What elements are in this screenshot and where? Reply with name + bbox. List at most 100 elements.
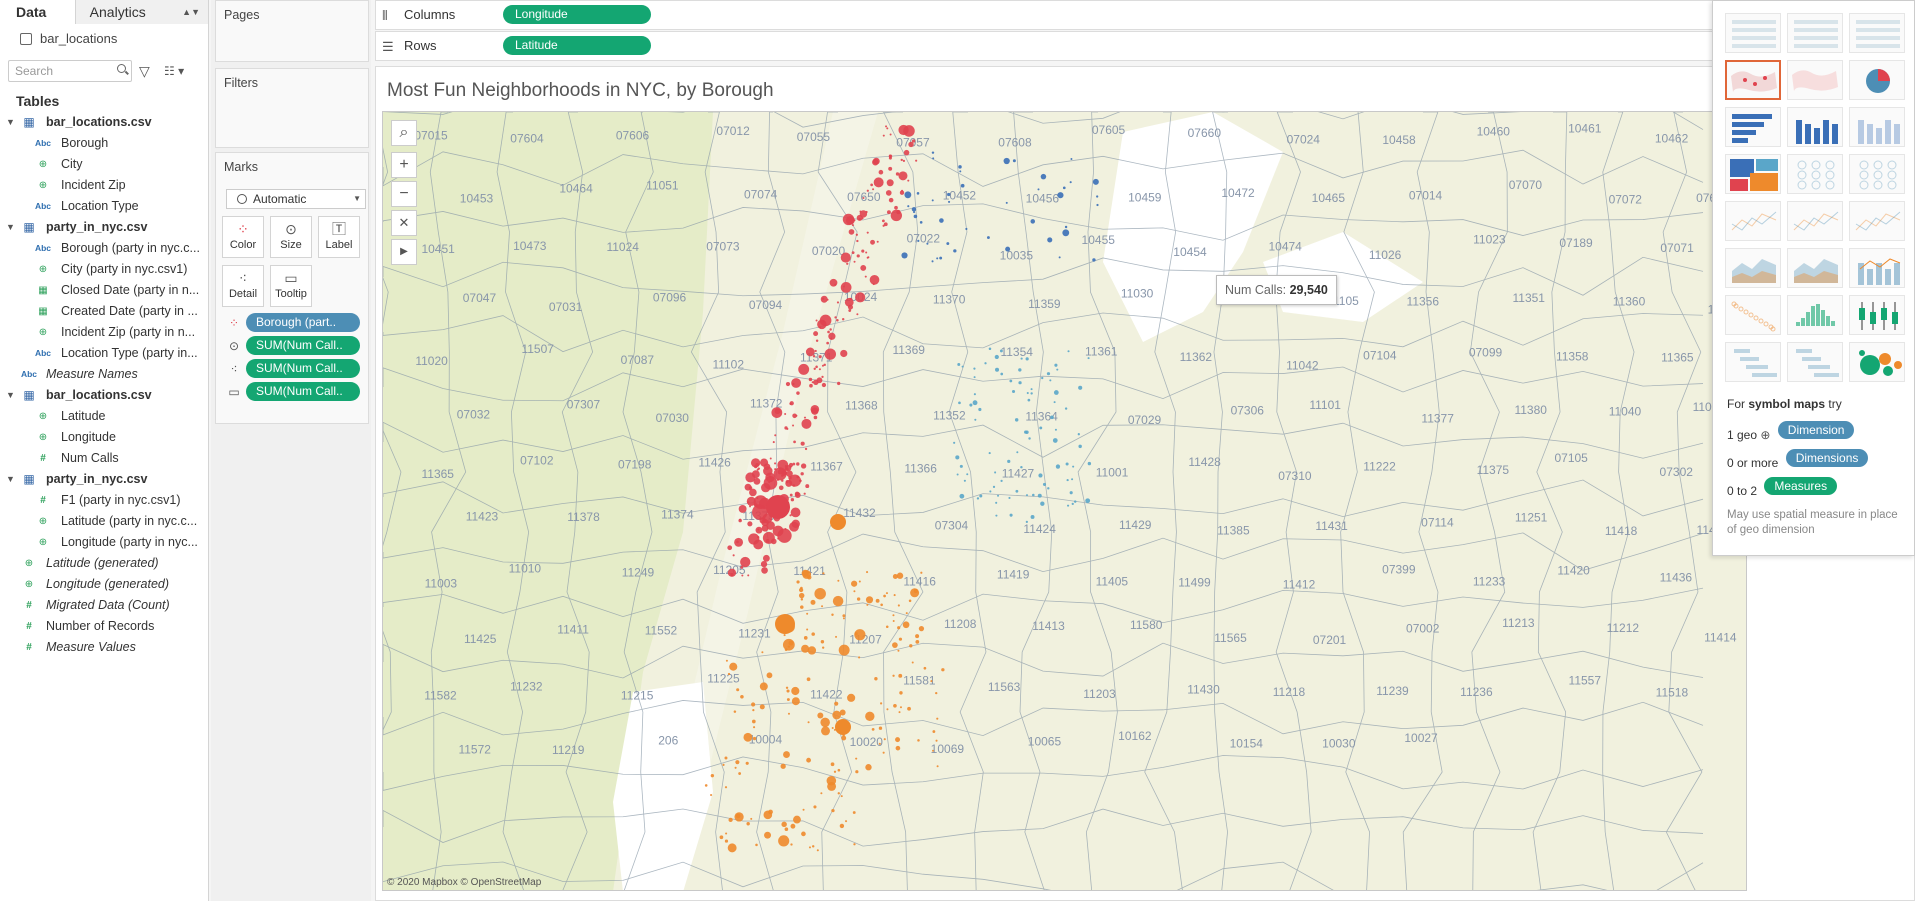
chart-type-bullet-graph[interactable] [1787, 342, 1843, 382]
pin-map-icon[interactable]: ✕ [391, 210, 417, 236]
field-item[interactable]: ▦ Created Date (party in ... [0, 301, 208, 322]
field-item[interactable]: ⊕ City (party in nyc.csv1) [0, 259, 208, 280]
sort-arrows-icon[interactable]: ▲▼ [182, 0, 200, 24]
field-item[interactable]: # Measure Values [0, 637, 208, 658]
field-item[interactable]: Abc Borough [0, 133, 208, 154]
field-item[interactable]: ⊕ Latitude [0, 406, 208, 427]
chart-type-histogram[interactable] [1787, 295, 1843, 335]
table-item[interactable]: ▼ ▦ bar_locations.csv [0, 385, 208, 406]
chart-type-side-by-side-bars[interactable] [1849, 107, 1905, 147]
map-attribution[interactable]: © 2020 Mapbox © OpenStreetMap [387, 877, 541, 888]
datasource-row[interactable]: bar_locations [0, 24, 208, 54]
chart-type-discrete-line[interactable] [1787, 201, 1843, 241]
zip-label: 07094 [749, 298, 783, 312]
chart-type-side-by-side-circles[interactable] [1849, 154, 1905, 194]
table-item[interactable]: ▼ ▦ party_in_nyc.csv [0, 217, 208, 238]
chart-type-pie-chart[interactable] [1849, 60, 1905, 100]
number-type-icon: # [40, 453, 46, 464]
map-search-icon[interactable]: ⌕ [391, 120, 417, 146]
tooltip-value: 29,540 [1289, 283, 1328, 297]
collapse-caret-icon[interactable]: ▼ [6, 217, 15, 238]
chart-type-dual-lines[interactable] [1849, 201, 1905, 241]
size-pill[interactable]: SUM(Num Call.. [246, 336, 360, 355]
size-button[interactable]: ⊙ Size [270, 216, 312, 258]
field-item[interactable]: ⊕ Longitude [0, 427, 208, 448]
field-item[interactable]: ⊕ Latitude (party in nyc.c... [0, 511, 208, 532]
chart-type-text-table[interactable] [1725, 13, 1781, 53]
field-item[interactable]: # Migrated Data (Count) [0, 595, 208, 616]
tab-data[interactable]: Data [0, 0, 76, 24]
chart-type-box-and-whisker[interactable] [1849, 295, 1905, 335]
filters-card[interactable]: Filters [215, 68, 369, 148]
field-item[interactable]: Abc Measure Names [0, 364, 208, 385]
mark-type-dropdown[interactable]: Automatic ▼ [226, 189, 366, 209]
collapse-caret-icon[interactable]: ▼ [6, 385, 15, 406]
chart-type-symbol-map[interactable] [1725, 60, 1781, 100]
brooklyn-mark [886, 708, 889, 711]
zip-label: 11010 [509, 562, 542, 576]
size-small-icon: ⊙ [228, 339, 240, 353]
chart-type-heat-map[interactable] [1787, 13, 1843, 53]
borough-color-pill[interactable]: Borough (part.. [246, 313, 360, 332]
tooltip-button[interactable]: ▭ Tooltip [270, 265, 312, 307]
chart-type-area-continuous[interactable] [1725, 248, 1781, 288]
field-item[interactable]: ▦ Closed Date (party in n... [0, 280, 208, 301]
chart-type-packed-bubbles[interactable] [1849, 342, 1905, 382]
latitude-pill[interactable]: Latitude [503, 36, 651, 55]
field-item[interactable]: Abc Borough (party in nyc.c... [0, 238, 208, 259]
rows-shelf[interactable]: ☰ Rows Latitude [375, 31, 1915, 61]
detail-pill[interactable]: SUM(Num Call.. [246, 359, 360, 378]
zoom-out-icon[interactable]: − [391, 181, 417, 207]
manhattan-mark [855, 233, 858, 236]
filter-icon[interactable]: ▽ [139, 64, 153, 78]
manhattan-mark [827, 330, 830, 334]
chart-type-horizontal-bars[interactable] [1725, 107, 1781, 147]
chart-type-scatter-plot[interactable] [1725, 295, 1781, 335]
field-item[interactable]: ⊕ Longitude (party in nyc... [0, 532, 208, 553]
hint-bold: symbol maps [1748, 397, 1826, 411]
expand-toolbar-icon[interactable]: ▶ [391, 239, 417, 265]
view-options-icon[interactable]: ☷ ▾ [164, 64, 184, 78]
chart-type-dual-combination[interactable] [1849, 248, 1905, 288]
chart-type-filled-map[interactable] [1787, 60, 1843, 100]
search-input[interactable]: Search [8, 60, 132, 82]
brooklyn-mark [865, 596, 874, 604]
pages-card[interactable]: Pages [215, 0, 369, 62]
columns-shelf[interactable]: ⦀ Columns Longitude [375, 0, 1915, 30]
chart-type-gantt-chart[interactable] [1725, 342, 1781, 382]
tooltip-pill[interactable]: SUM(Num Call.. [246, 382, 360, 401]
brooklyn-mark [831, 727, 834, 730]
field-item[interactable]: # Num Calls [0, 448, 208, 469]
field-item[interactable]: # Number of Records [0, 616, 208, 637]
zoom-in-icon[interactable]: + [391, 152, 417, 178]
table-item[interactable]: ▼ ▦ party_in_nyc.csv [0, 469, 208, 490]
collapse-caret-icon[interactable]: ▼ [6, 112, 15, 133]
queens-mark [973, 367, 976, 370]
map-canvas[interactable]: 0701507604076060701207055070570760807605… [383, 112, 1747, 891]
map-view[interactable]: 0701507604076060701207055070570760807605… [382, 111, 1747, 891]
longitude-pill[interactable]: Longitude [503, 5, 651, 24]
tab-analytics[interactable]: Analytics ▲▼ [75, 0, 208, 24]
collapse-caret-icon[interactable]: ▼ [6, 469, 15, 490]
field-item[interactable]: Abc Location Type (party in... [0, 343, 208, 364]
manhattan-mark [856, 313, 859, 316]
field-item[interactable]: ⊕ Latitude (generated) [0, 553, 208, 574]
field-item[interactable]: ⊕ Longitude (generated) [0, 574, 208, 595]
field-item[interactable]: Abc Location Type [0, 196, 208, 217]
chart-type-highlight-table[interactable] [1849, 13, 1905, 53]
field-item[interactable]: ⊕ Incident Zip (party in n... [0, 322, 208, 343]
field-label: bar_locations.csv [46, 115, 152, 129]
field-item[interactable]: # F1 (party in nyc.csv1) [0, 490, 208, 511]
color-button[interactable]: ⁘ Color [222, 216, 264, 258]
chart-type-continuous-line[interactable] [1725, 201, 1781, 241]
field-item[interactable]: ⊕ City [0, 154, 208, 175]
table-item[interactable]: ▼ ▦ bar_locations.csv [0, 112, 208, 133]
label-button[interactable]: 🅃 Label [318, 216, 360, 258]
chart-type-stacked-bars[interactable] [1787, 107, 1843, 147]
chart-type-area-discrete[interactable] [1787, 248, 1843, 288]
chart-type-treemap[interactable] [1725, 154, 1781, 194]
field-item[interactable]: ⊕ Incident Zip [0, 175, 208, 196]
chart-type-circle-views[interactable] [1787, 154, 1843, 194]
detail-button[interactable]: ⁖ Detail [222, 265, 264, 307]
viz-title[interactable]: Most Fun Neighborhoods in NYC, by Boroug… [387, 80, 774, 102]
